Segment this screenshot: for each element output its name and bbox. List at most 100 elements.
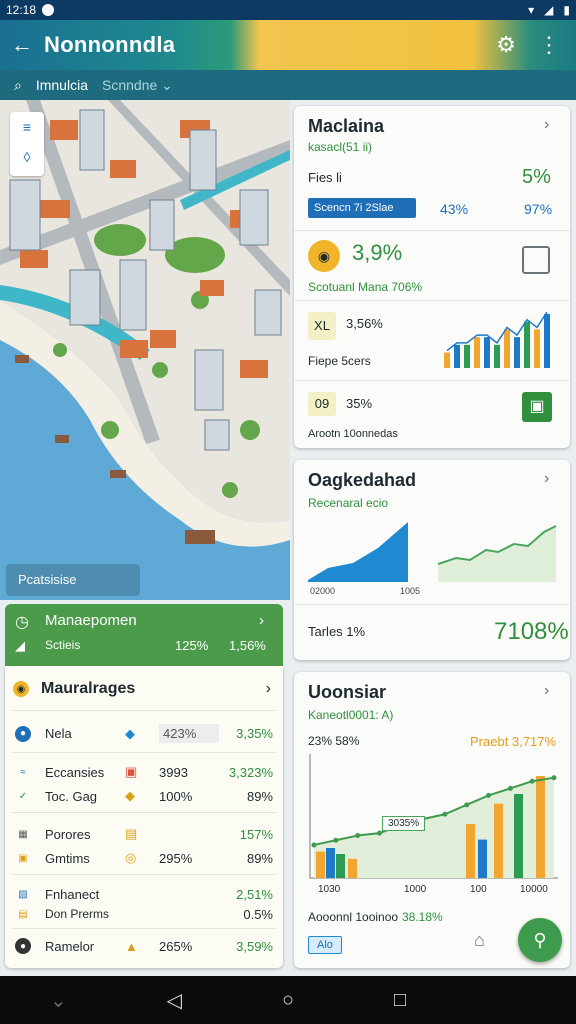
- chevron-right-icon[interactable]: ›: [544, 682, 549, 700]
- tag-icon: ◆: [125, 788, 135, 803]
- divider: [13, 874, 275, 875]
- metric-value: 5%: [522, 166, 551, 188]
- item-value-1: 295%: [159, 850, 193, 866]
- list-item[interactable]: ▦ Porores ▤ 157%: [5, 826, 283, 842]
- list-item[interactable]: ✓ Toc. Gag ◆ 100% 89%: [5, 788, 283, 804]
- list-item[interactable]: ≈ Eccansies ▣ 3993 3,323%: [5, 764, 283, 780]
- tag-icon: ◆: [125, 725, 135, 741]
- list-title: Mauralrages: [41, 680, 136, 697]
- bookmark-icon[interactable]: ⌂: [474, 930, 485, 951]
- list-item[interactable]: ▣ Gmtims ◎ 295% 89%: [5, 850, 283, 866]
- item-value-2: 2,51%: [236, 886, 273, 902]
- search-bar[interactable]: ⌕ Imnulcia Scnndne ⌄: [0, 70, 576, 100]
- tag-chip[interactable]: Alo: [308, 936, 342, 954]
- map-layer-controls[interactable]: ≡ ◊: [10, 112, 44, 176]
- chart-icon: ◢: [15, 638, 25, 653]
- item-name: Toc. Gag: [45, 788, 98, 804]
- forecast-footer-label: Aooonnl 1ooinoo: [308, 910, 399, 924]
- area-label-b: 1005: [400, 586, 421, 596]
- code-caption: Arootn 10onnedas: [308, 428, 398, 440]
- area-chart-blue: [308, 522, 408, 582]
- box-icon: ▣: [18, 852, 28, 864]
- layers-menu-icon[interactable]: ≡: [10, 112, 44, 142]
- management-header[interactable]: ◷ Manaepomen › ◢ Sctieis 125% 1,56%: [5, 604, 283, 666]
- compass-icon[interactable]: ◊: [10, 142, 44, 172]
- divider: [294, 380, 570, 381]
- summary-card-subtitle: kasacl(51 ii): [308, 140, 373, 154]
- mini-bar: [544, 314, 550, 368]
- wave-icon: ≈: [20, 766, 26, 778]
- item-name: Porores: [45, 826, 91, 842]
- chart-bar: [536, 776, 545, 878]
- chart-bar: [348, 858, 357, 878]
- chevron-right-icon[interactable]: ›: [544, 116, 549, 134]
- map-overlay-button[interactable]: Pcatsisise: [6, 564, 140, 596]
- briefcase-icon: ▤: [18, 908, 28, 920]
- area-label-a: 02000: [310, 586, 336, 596]
- list-item[interactable]: ● Nela ◆ 423% 3,35%: [5, 724, 283, 743]
- more-vertical-icon[interactable]: ⋮: [538, 32, 560, 58]
- scenario-chip[interactable]: Scencn 7i 2Slae: [308, 198, 416, 218]
- trend-card[interactable]: Oagkedahad › Recenaral ecio 02000 1005 T…: [294, 460, 570, 660]
- mini-bar: [514, 337, 520, 368]
- gear-icon[interactable]: ⚙: [496, 32, 516, 58]
- list-item[interactable]: ▧ Fnhanect 2,51%: [5, 886, 283, 902]
- signal-icon: ◢: [544, 3, 554, 17]
- recents-square-icon[interactable]: □: [394, 989, 406, 1012]
- search-filter-dropdown[interactable]: Scnndne ⌄: [102, 77, 173, 94]
- spreadsheet-icon[interactable]: ▣: [522, 392, 552, 422]
- mini-bar: [454, 344, 460, 368]
- user-icon: ●: [15, 938, 31, 954]
- fab-action-button[interactable]: ⚲: [518, 918, 562, 962]
- mini-bar: [464, 344, 470, 368]
- chevron-right-icon[interactable]: ›: [266, 680, 271, 698]
- mini-bar: [534, 329, 540, 368]
- trend-footer-value: 7108%: [494, 618, 569, 645]
- collapse-chevron-icon[interactable]: ⌄: [50, 988, 67, 1013]
- system-nav-bar: ⌄ ◁ ○ □: [0, 976, 576, 1024]
- chart-point: [529, 778, 535, 784]
- clock-icon: ◷: [15, 614, 29, 631]
- home-circle-icon[interactable]: ○: [282, 989, 294, 1012]
- item-name: Don Prerms: [45, 907, 110, 921]
- item-name: Eccansies: [45, 764, 105, 780]
- search-icon[interactable]: ⌕: [14, 77, 22, 94]
- notification-icon: [42, 4, 55, 16]
- chevron-right-icon[interactable]: ›: [544, 470, 549, 488]
- mini-bar: [484, 337, 490, 368]
- document-icon: ▧: [18, 888, 28, 900]
- back-arrow-icon[interactable]: ←: [0, 32, 44, 58]
- highlight-caption: Scotuanl Mana 706%: [308, 280, 423, 294]
- divider: [294, 300, 570, 301]
- list-header[interactable]: ◉ Mauralrages ›: [5, 680, 283, 698]
- forecast-card-subtitle: Kaneotl0001: A): [308, 708, 394, 722]
- chart-bar: [514, 794, 523, 878]
- status-time: 12:18: [6, 3, 37, 17]
- divider: [13, 928, 275, 929]
- chart-bar: [478, 839, 487, 878]
- chart-bar: [336, 854, 345, 878]
- management-header-sub: Sctieis: [45, 638, 81, 652]
- forecast-footer-value: 38.18%: [402, 910, 443, 924]
- item-name: Gmtims: [45, 850, 90, 866]
- x-tick: 100: [470, 884, 487, 895]
- city-map[interactable]: ≡ ◊ Pcatsisise: [0, 100, 290, 600]
- item-value-1: 3993: [159, 764, 188, 780]
- management-header-title: Manaepomen: [45, 612, 137, 629]
- chevron-right-icon[interactable]: ›: [259, 612, 264, 629]
- back-triangle-icon[interactable]: ◁: [167, 988, 182, 1013]
- chart-point: [507, 785, 513, 791]
- list-item[interactable]: ● Ramelor ▲ 265% 3,59%: [5, 938, 283, 954]
- highlight-value: 3,9%: [352, 240, 403, 265]
- item-value-2: 89%: [246, 850, 273, 866]
- chart-bar: [326, 848, 335, 878]
- mini-trend-line: [446, 311, 548, 352]
- list-item[interactable]: ▤ Don Prerms 0.5%: [5, 906, 283, 922]
- item-value-2: 3,59%: [236, 938, 273, 954]
- item-value-1: 100%: [159, 788, 193, 804]
- summary-card[interactable]: Maclaina › kasacl(51 ii) Fies li 5% Scen…: [294, 106, 570, 448]
- app-title: Nonnonndla: [44, 32, 176, 57]
- chart-callout: 3035%: [382, 816, 426, 831]
- warning-icon: ▲: [125, 938, 138, 954]
- app-bar: ← Nonnonndla ⚙ ⋮: [0, 20, 576, 70]
